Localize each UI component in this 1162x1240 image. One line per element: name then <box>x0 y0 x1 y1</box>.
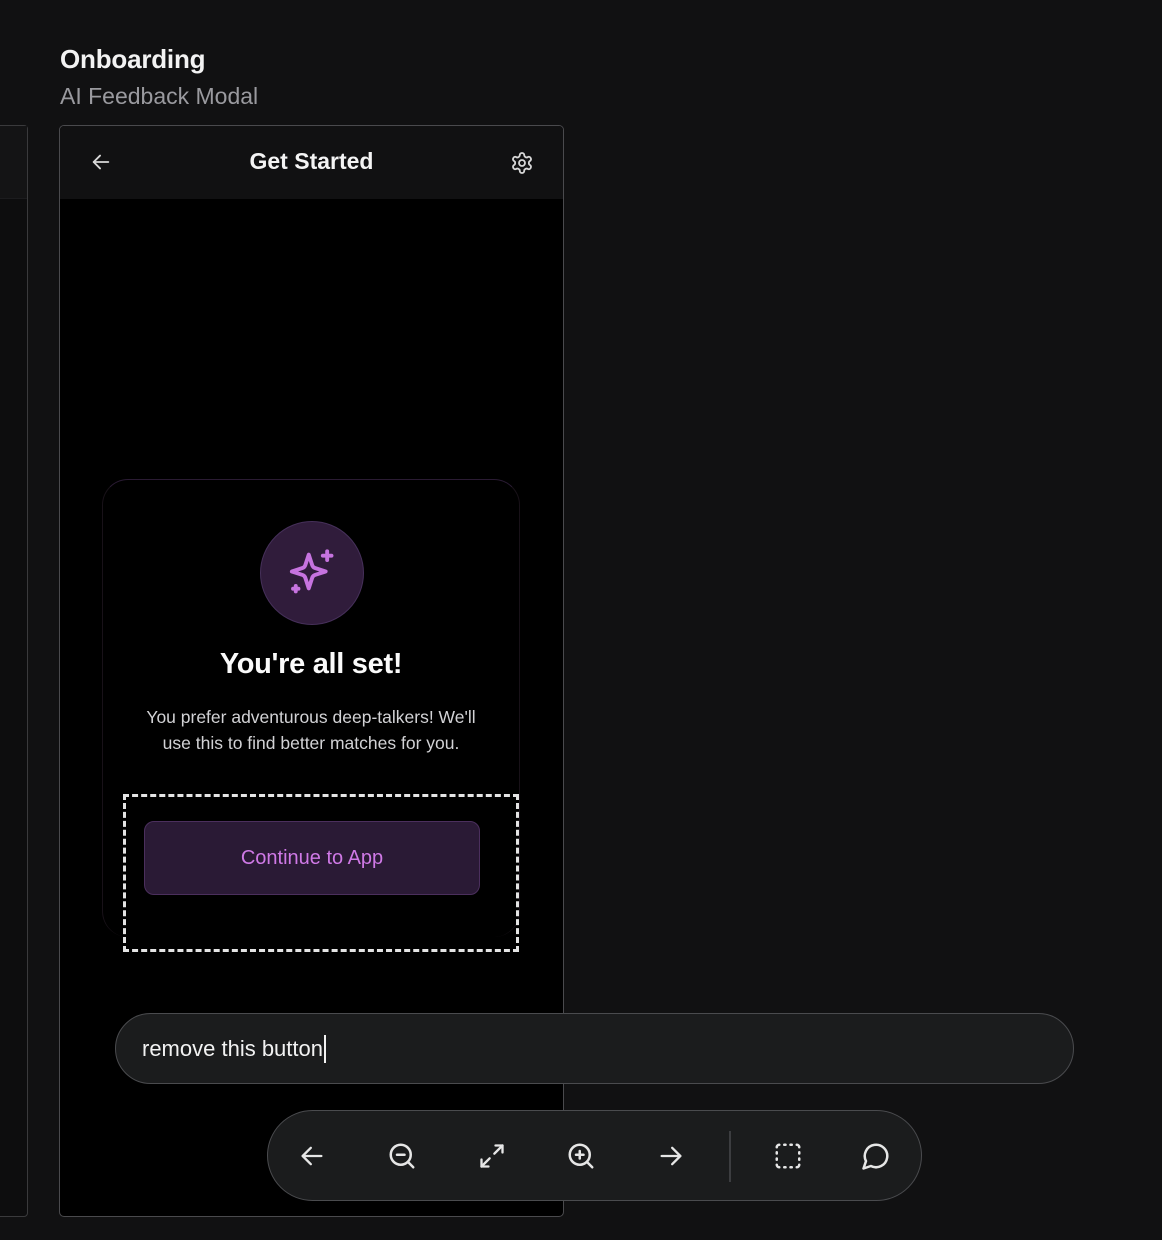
arrow-right-icon <box>660 1146 682 1166</box>
settings-button[interactable] <box>508 149 536 177</box>
fullscreen-button[interactable] <box>469 1133 515 1179</box>
fullscreen-icon <box>480 1144 504 1168</box>
select-region-icon <box>775 1143 801 1169</box>
previous-screen-header <box>0 126 27 199</box>
previous-button[interactable] <box>289 1133 335 1179</box>
arrow-left-icon <box>301 1146 323 1166</box>
header-title: Get Started <box>249 148 374 174</box>
toolbar-divider <box>729 1131 731 1182</box>
sparkle-badge <box>260 521 364 625</box>
ai-prompt-input[interactable]: remove this button <box>115 1013 1074 1084</box>
select-region-button[interactable] <box>765 1133 811 1179</box>
comment-button[interactable] <box>853 1133 899 1179</box>
canvas: Onboarding AI Feedback Modal Get Started <box>0 0 1162 1240</box>
section-title: Onboarding <box>60 44 206 74</box>
zoom-in-button[interactable] <box>558 1133 604 1179</box>
modal-body-text: You prefer adventurous deep-talkers! We'… <box>146 707 476 753</box>
text-caret <box>323 1034 326 1063</box>
section-subtitle: AI Feedback Modal <box>60 83 259 109</box>
zoom-in-icon <box>568 1143 594 1169</box>
comment-icon <box>862 1143 889 1170</box>
zoom-out-button[interactable] <box>379 1133 425 1179</box>
previous-screen-frame[interactable] <box>0 125 28 1217</box>
canvas-toolbar <box>267 1110 922 1201</box>
sparkle-icon <box>289 549 334 594</box>
prompt-input-value: remove this button <box>142 1035 323 1061</box>
next-button[interactable] <box>648 1133 694 1179</box>
zoom-out-icon <box>389 1143 415 1169</box>
phone-header: Get Started <box>60 126 563 199</box>
modal-heading: You're all set! <box>219 648 403 680</box>
continue-to-app-button[interactable]: Continue to App <box>144 821 480 895</box>
gear-icon <box>512 152 532 174</box>
